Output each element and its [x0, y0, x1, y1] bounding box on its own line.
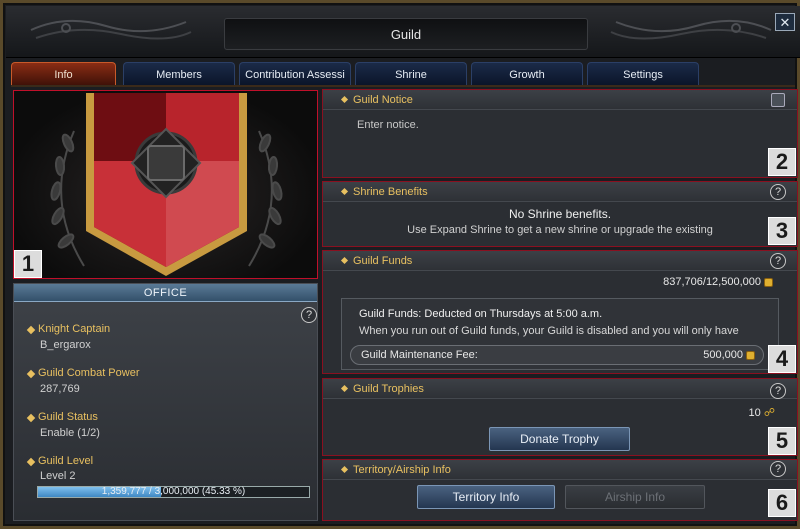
guild-emblem-panel	[13, 90, 318, 279]
territory-info-button[interactable]: Territory Info	[417, 485, 555, 509]
title-bar: Guild ✕	[6, 6, 800, 58]
funds-info-box: Guild Funds: Deducted on Thursdays at 5:…	[341, 298, 779, 370]
section-header: Guild Trophies	[323, 379, 797, 399]
guild-trophies-section: Guild Trophies ? 10 ☍ Donate Trophy	[322, 378, 798, 456]
diamond-icon	[340, 256, 349, 265]
tab-growth[interactable]: Growth	[471, 62, 583, 86]
callout-badge-6: 6	[768, 489, 796, 517]
diamond-icon	[26, 413, 36, 423]
tab-label: Info	[54, 68, 73, 81]
notice-input[interactable]: Enter notice.	[357, 119, 419, 131]
diamond-icon	[340, 384, 349, 393]
fee-label: Guild Maintenance Fee:	[361, 349, 478, 361]
trophy-count: 10 ☍	[749, 406, 775, 419]
fee-value: 500,000	[703, 349, 743, 361]
tab-settings[interactable]: Settings	[587, 62, 699, 86]
tab-label: Contribution Assessi	[245, 68, 345, 81]
callout-badge-5: 5	[768, 427, 796, 455]
funds-amount: 837,706/12,500,000	[663, 276, 773, 288]
tab-label: Members	[156, 68, 202, 81]
guild-level-value: Level 2	[40, 470, 76, 482]
knight-captain-label: Knight Captain	[38, 323, 111, 335]
guild-funds-section: Guild Funds ? 837,706/12,500,000 Guild F…	[322, 250, 798, 374]
guild-emblem-icon	[50, 93, 283, 276]
office-panel: OFFICE ? Knight Captain B_ergarox Guild …	[13, 283, 318, 521]
progress-text: 1,359,777 / 3,000,000 (45.33 %)	[101, 486, 246, 497]
close-button[interactable]: ✕	[775, 13, 795, 31]
maintenance-fee-row: Guild Maintenance Fee: 500,000	[350, 345, 764, 365]
right-ornament	[610, 19, 772, 40]
office-help-icon[interactable]: ?	[301, 307, 317, 323]
combat-power-value: 287,769	[40, 383, 80, 395]
callout-badge-1: 1	[14, 250, 42, 278]
window-title: Guild	[390, 26, 422, 42]
trophy-count-value: 10	[748, 407, 761, 419]
coin-icon	[764, 277, 773, 287]
guild-notice-section: Guild Notice Enter notice.	[322, 89, 798, 178]
tab-label: Settings	[623, 68, 663, 81]
section-header: Territory/Airship Info	[323, 460, 797, 480]
guild-window: Guild ✕ Info Members Contribution Assess…	[0, 0, 800, 529]
callout-badge-2: 2	[768, 148, 796, 176]
shrine-hint: Use Expand Shrine to get a new shrine or…	[407, 224, 713, 236]
knight-captain-value: B_ergarox	[40, 339, 91, 351]
no-shrine-message: No Shrine benefits.	[508, 207, 612, 221]
section-title: Guild Notice	[353, 94, 413, 106]
diamond-icon	[340, 95, 349, 104]
section-title: Guild Funds	[353, 255, 413, 267]
callout-badge-3: 3	[768, 217, 796, 245]
tab-label: Growth	[509, 68, 545, 81]
funds-info-line2: When you run out of Guild funds, your Gu…	[359, 325, 739, 337]
section-title: Shrine Benefits	[353, 186, 428, 198]
guild-status-value: Enable (1/2)	[40, 427, 100, 439]
section-title: Guild Trophies	[353, 383, 424, 395]
diamond-icon	[26, 325, 36, 335]
window-title-plate: Guild	[224, 18, 588, 50]
callout-badge-4: 4	[768, 345, 796, 373]
close-icon: ✕	[779, 14, 791, 30]
section-header: Shrine Benefits	[323, 182, 797, 202]
tab-shrine[interactable]: Shrine	[355, 62, 467, 86]
tab-label: Shrine	[395, 68, 427, 81]
tab-contribution-assessment[interactable]: Contribution Assessi	[239, 62, 351, 86]
funds-info-line1: Guild Funds: Deducted on Thursdays at 5:…	[359, 308, 603, 320]
funds-amount-value: 837,706/12,500,000	[663, 276, 761, 288]
tab-bar: Info Members Contribution Assessi Shrine…	[11, 62, 797, 86]
donate-trophy-button[interactable]: Donate Trophy	[489, 427, 630, 451]
shrine-benefits-section: Shrine Benefits ? No Shrine benefits. Us…	[322, 181, 798, 247]
shrine-help-icon[interactable]: ?	[770, 184, 786, 200]
guild-status-label: Guild Status	[38, 411, 98, 423]
section-title: Territory/Airship Info	[353, 464, 451, 476]
territory-help-icon[interactable]: ?	[770, 461, 786, 477]
guild-level-progress-bar: 1,359,777 / 3,000,000 (45.33 %)	[37, 486, 310, 498]
office-header: OFFICE	[14, 284, 317, 302]
combat-power-label: Guild Combat Power	[38, 367, 140, 379]
coin-icon	[746, 350, 755, 360]
tab-divider	[11, 85, 795, 87]
diamond-icon	[340, 465, 349, 474]
diamond-icon	[340, 187, 349, 196]
diamond-icon	[26, 369, 36, 379]
trophies-help-icon[interactable]: ?	[770, 383, 786, 399]
tab-members[interactable]: Members	[123, 62, 235, 86]
territory-airship-section: Territory/Airship Info ? Territory Info …	[322, 459, 798, 521]
tab-info[interactable]: Info	[11, 62, 116, 86]
diamond-icon	[26, 457, 36, 467]
left-ornament	[30, 19, 192, 40]
edit-icon[interactable]	[771, 93, 785, 107]
fee-amount: 500,000	[703, 349, 755, 361]
trophy-icon: ☍	[763, 407, 775, 419]
airship-info-button[interactable]: Airship Info	[565, 485, 705, 509]
guild-level-label: Guild Level	[38, 455, 94, 467]
section-header: Guild Funds	[323, 251, 797, 271]
section-header: Guild Notice	[323, 90, 797, 110]
funds-help-icon[interactable]: ?	[770, 253, 786, 269]
